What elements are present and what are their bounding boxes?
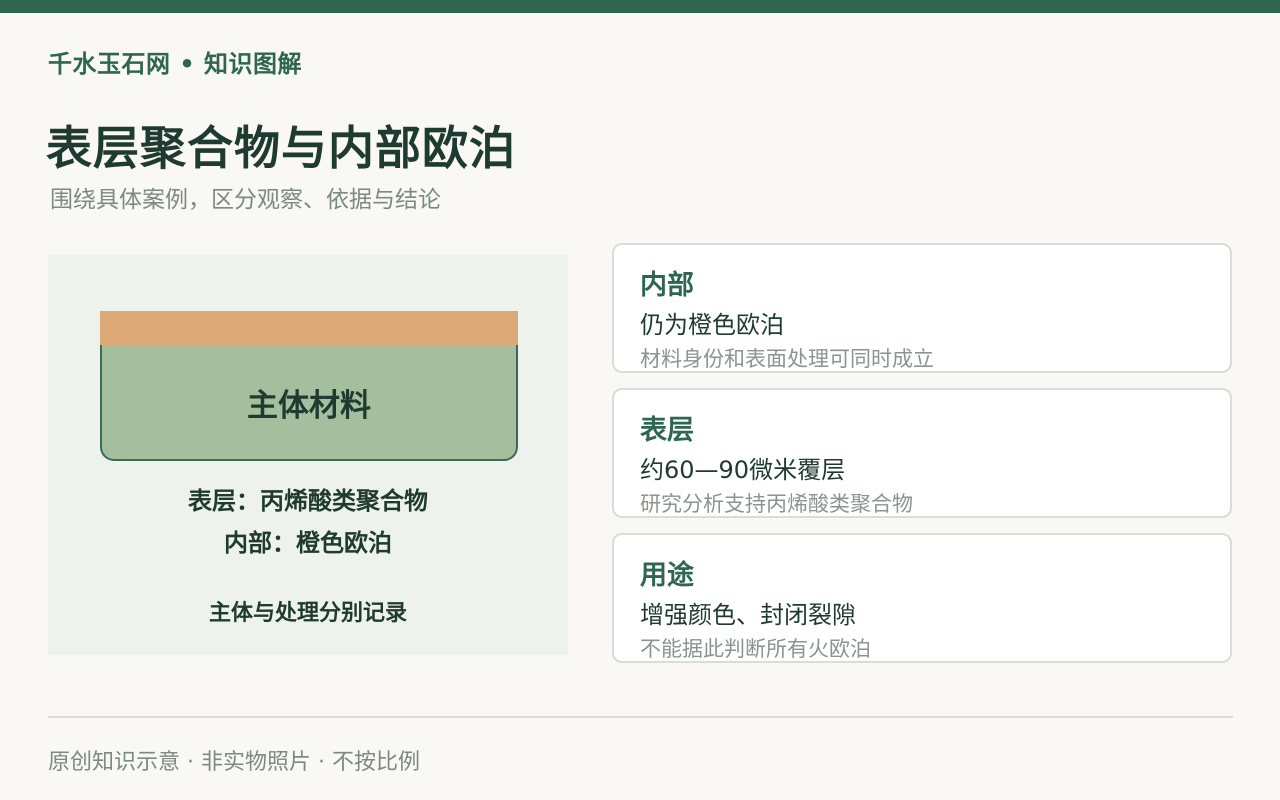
top-accent-bar: [0, 0, 1280, 13]
site-brand: 千水玉石网 • 知识图解: [48, 50, 303, 78]
card-note: 材料身份和表面处理可同时成立: [640, 347, 934, 371]
card-title: 表层: [640, 415, 694, 446]
card-note: 研究分析支持丙烯酸类聚合物: [640, 492, 913, 516]
page-subtitle: 围绕具体案例，区分观察、依据与结论: [50, 187, 441, 213]
main-material-block: 主体材料: [100, 345, 518, 461]
card-title: 用途: [640, 560, 694, 591]
info-card-surface: 表层 约60—90微米覆层 研究分析支持丙烯酸类聚合物: [612, 388, 1232, 518]
footer-note: 原创知识示意 · 非实物照片 · 不按比例: [48, 750, 420, 775]
card-main-text: 增强颜色、封闭裂隙: [640, 601, 856, 629]
card-main-text: 约60—90微米覆层: [640, 456, 846, 484]
card-note: 不能据此判断所有火欧泊: [640, 637, 871, 661]
surface-layer-caption: 表层：丙烯酸类聚合物: [188, 487, 428, 515]
card-main-text: 仍为橙色欧泊: [640, 311, 784, 339]
layer-diagram-panel: 主体材料 表层：丙烯酸类聚合物 内部：橙色欧泊 主体与处理分别记录: [48, 255, 568, 655]
info-card-usage: 用途 增强颜色、封闭裂隙 不能据此判断所有火欧泊: [612, 533, 1232, 663]
record-note-caption: 主体与处理分别记录: [208, 601, 407, 626]
interior-caption: 内部：橙色欧泊: [224, 529, 392, 557]
info-card-interior: 内部 仍为橙色欧泊 材料身份和表面处理可同时成立: [612, 243, 1232, 373]
footer-divider: [48, 716, 1233, 718]
surface-polymer-layer: [100, 311, 518, 345]
layer-diagram: 主体材料: [100, 311, 518, 461]
card-title: 内部: [640, 270, 694, 301]
main-material-label: 主体材料: [247, 387, 371, 424]
page-title: 表层聚合物与内部欧泊: [46, 121, 516, 175]
